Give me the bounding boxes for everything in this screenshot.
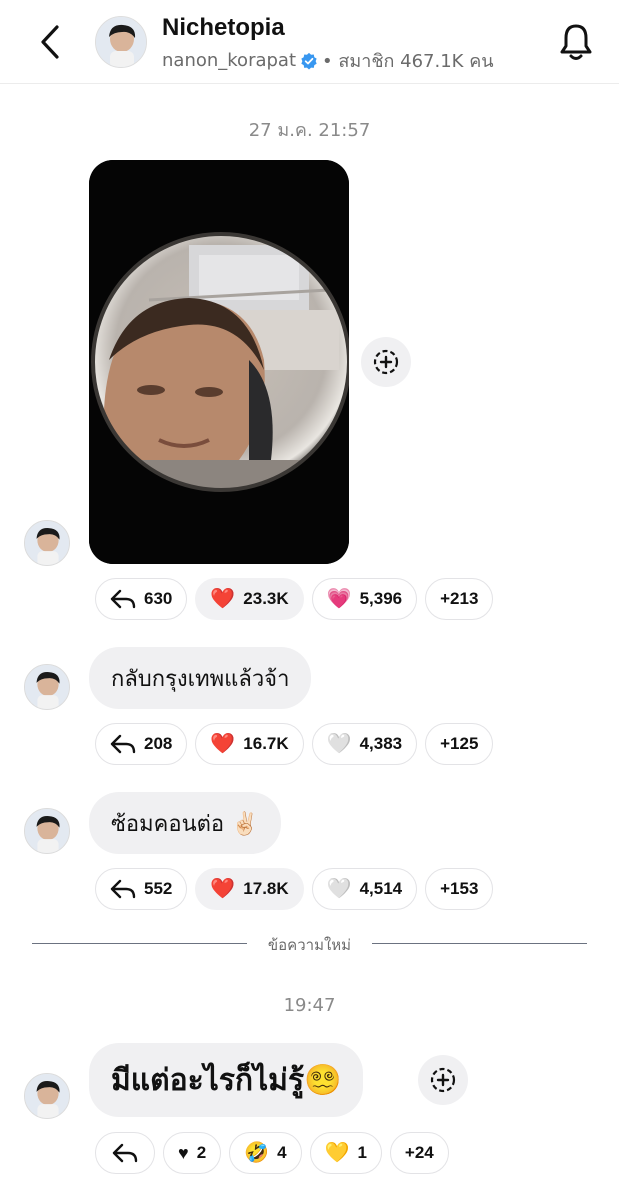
- reply-count-pill[interactable]: 552: [95, 868, 188, 910]
- reaction-pill[interactable]: ❤️ 17.8K: [195, 868, 304, 910]
- timestamp: 19:47: [283, 995, 336, 1016]
- reaction-count: 2: [196, 1143, 207, 1162]
- reply-count: 208: [144, 734, 173, 753]
- more-reactions-pill[interactable]: +153: [425, 868, 494, 910]
- bell-icon: [560, 24, 592, 60]
- reaction-row: 630 ❤️ 23.3K 💗 5,396 +213: [95, 578, 494, 620]
- reaction-count: 23.3K: [243, 589, 289, 608]
- back-arrow-icon: [41, 25, 59, 59]
- reply-count-pill[interactable]: 630: [95, 578, 188, 620]
- sender-avatar[interactable]: [24, 664, 70, 710]
- reaction-emoji: ❤️: [210, 588, 236, 610]
- avatar-image: [96, 17, 146, 67]
- reaction-pill[interactable]: ❤️ 23.3K: [195, 578, 304, 620]
- avatar-image: [25, 1074, 69, 1118]
- message-photo[interactable]: [89, 160, 349, 564]
- avatar-image: [25, 665, 69, 709]
- reply-count-pill[interactable]: 208: [95, 723, 188, 765]
- reaction-pill[interactable]: ♥ 2: [163, 1132, 222, 1174]
- reaction-pill[interactable]: ❤️ 16.7K: [195, 723, 304, 765]
- reaction-row: 208 ❤️ 16.7K 🤍 4,383 +125: [95, 723, 494, 765]
- reply-pill[interactable]: [95, 1132, 155, 1174]
- sender-avatar[interactable]: [24, 520, 70, 566]
- channel-avatar[interactable]: [95, 16, 147, 68]
- reaction-count: 17.8K: [243, 879, 289, 898]
- reaction-count: 1: [357, 1143, 367, 1162]
- new-messages-label: ข้อความใหม่: [267, 936, 352, 954]
- verified-icon: [301, 52, 317, 69]
- reaction-pill[interactable]: 💗 5,396: [311, 578, 418, 620]
- reaction-pill[interactable]: 🤣 4: [229, 1132, 302, 1174]
- divider-line-right: [372, 943, 587, 944]
- reaction-pill[interactable]: 🤍 4,514: [311, 868, 418, 910]
- more-reactions-pill[interactable]: +125: [425, 723, 494, 765]
- reaction-emoji: 🤍: [326, 878, 352, 900]
- back-button[interactable]: [32, 20, 68, 64]
- reply-count: 630: [144, 589, 173, 608]
- timestamp: 27 ม.ค. 21:57: [248, 120, 371, 141]
- reaction-row: ♥ 2 🤣 4 💛 1 +24: [95, 1132, 449, 1174]
- reply-count: 552: [144, 879, 173, 898]
- add-reaction-icon: [430, 1067, 456, 1093]
- reaction-emoji: 🤣: [244, 1142, 270, 1164]
- reaction-emoji: 💗: [326, 588, 352, 610]
- reaction-emoji: ♥: [178, 1143, 189, 1163]
- reaction-emoji: 💛: [324, 1142, 350, 1164]
- reaction-count: 4,514: [359, 879, 403, 898]
- channel-subtitle: nanon_korapat • สมาชิก 467.1K คน: [162, 46, 494, 75]
- add-reaction-button[interactable]: [361, 337, 411, 387]
- reaction-count: 5,396: [359, 589, 403, 608]
- reaction-emoji: ❤️: [210, 733, 236, 755]
- sender-avatar[interactable]: [24, 808, 70, 854]
- more-reactions-pill[interactable]: +24: [389, 1132, 449, 1174]
- channel-name[interactable]: Nichetopia: [162, 14, 285, 42]
- member-count: • สมาชิก 467.1K คน: [322, 51, 494, 72]
- message-bubble[interactable]: กลับกรุงเทพแล้วจ้า: [89, 647, 312, 709]
- channel-username[interactable]: nanon_korapat: [162, 50, 296, 71]
- reaction-count: 4,383: [359, 734, 403, 753]
- channel-header: Nichetopia nanon_korapat • สมาชิก 467.1K…: [0, 0, 619, 84]
- message-bubble[interactable]: มีแต่อะไรก็ไม่รู้😵‍💫: [89, 1043, 364, 1117]
- reply-icon: [112, 1143, 138, 1163]
- reply-icon: [110, 879, 136, 899]
- reaction-count: 16.7K: [243, 734, 289, 753]
- avatar-image: [25, 521, 69, 565]
- fisheye-selfie-image: [89, 160, 349, 564]
- reaction-emoji: 🤍: [326, 733, 352, 755]
- reaction-emoji: ❤️: [210, 878, 236, 900]
- reaction-count: 4: [277, 1143, 287, 1162]
- reply-icon: [110, 589, 136, 609]
- add-reaction-icon: [373, 349, 399, 375]
- more-reactions-pill[interactable]: +213: [425, 578, 494, 620]
- avatar-image: [25, 809, 69, 853]
- reaction-pill[interactable]: 🤍 4,383: [311, 723, 418, 765]
- reply-icon: [110, 734, 136, 754]
- reaction-pill[interactable]: 💛 1: [309, 1132, 382, 1174]
- reaction-row: 552 ❤️ 17.8K 🤍 4,514 +153: [95, 868, 494, 910]
- add-reaction-button[interactable]: [418, 1055, 468, 1105]
- sender-avatar[interactable]: [24, 1073, 70, 1119]
- notification-button[interactable]: [554, 20, 598, 64]
- message-bubble[interactable]: ซ้อมคอนต่อ ✌🏻: [89, 792, 281, 854]
